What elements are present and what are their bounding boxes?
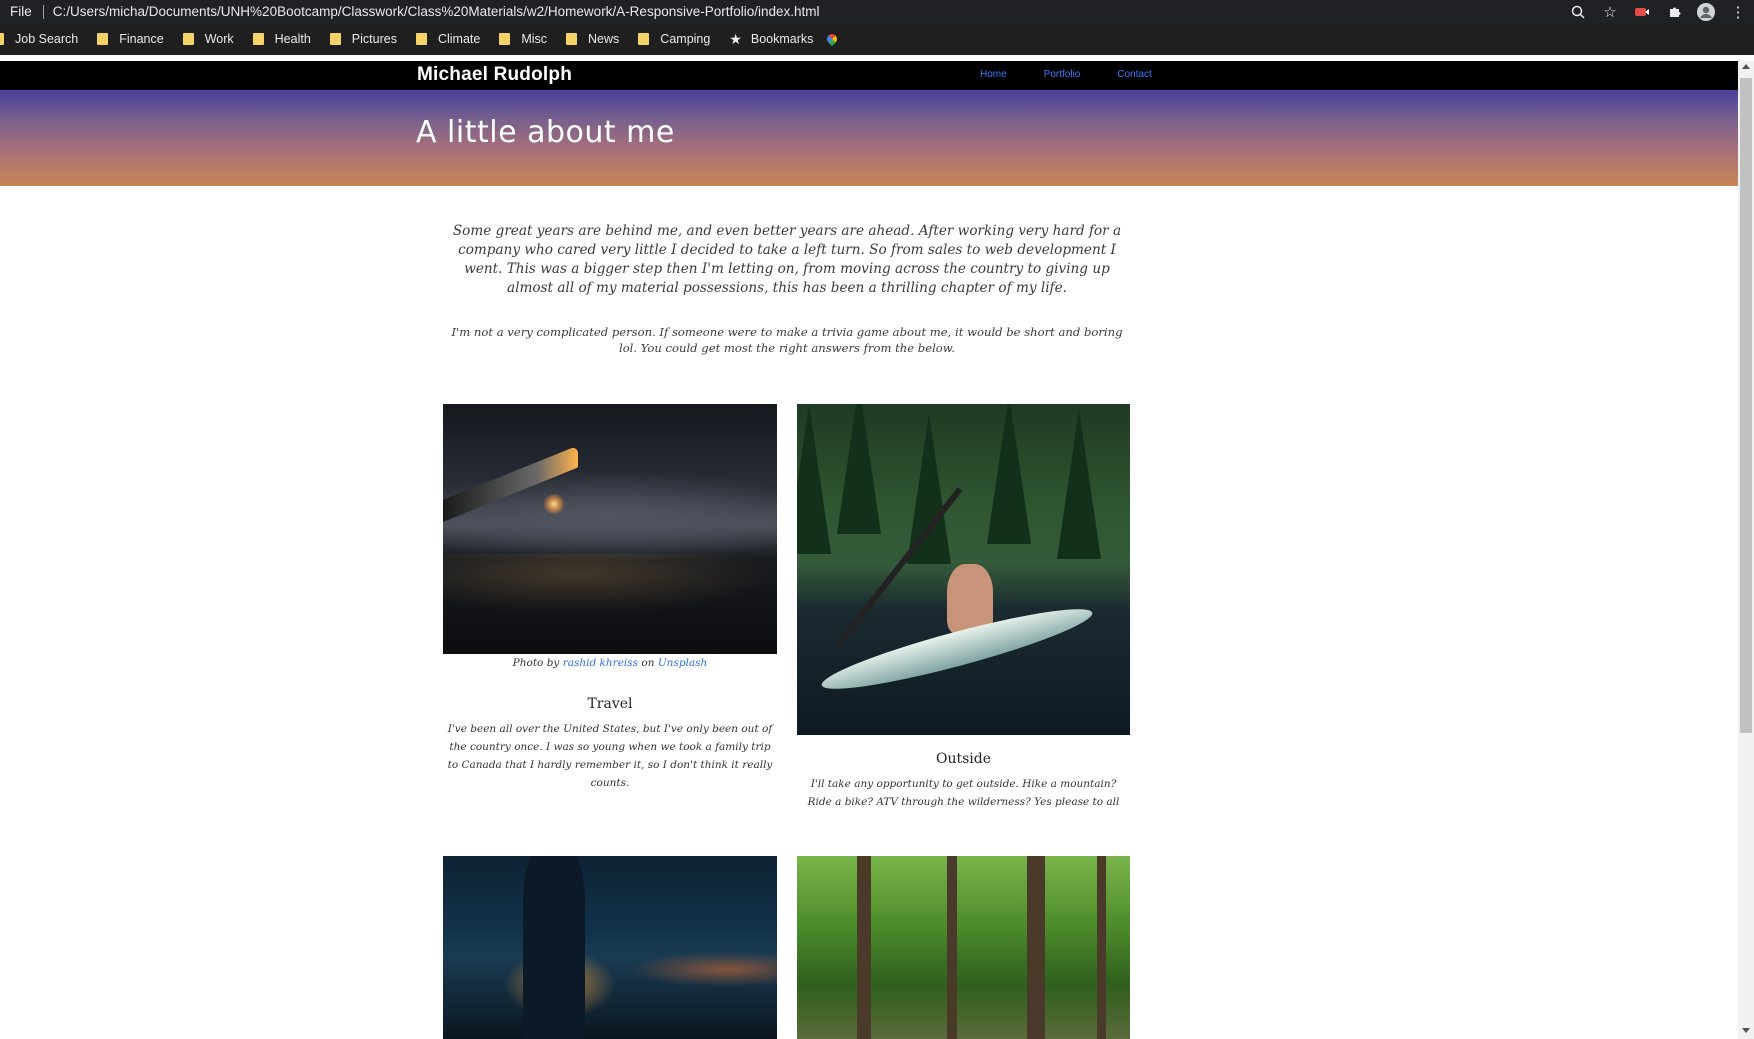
pine-tree: [797, 404, 831, 554]
zoom-icon[interactable]: [1562, 0, 1594, 23]
credit-middle: on: [641, 657, 655, 669]
intro-paragraph-secondary: I'm not a very complicated person. If so…: [451, 325, 1123, 355]
file-label: File: [10, 4, 32, 19]
travel-photo: [443, 404, 777, 654]
browser-address-bar: File C:/Users/micha/Documents/UNH%20Boot…: [0, 0, 1754, 23]
folder-icon: [182, 33, 194, 45]
pine-tree: [1057, 409, 1101, 559]
folder-icon: [0, 33, 4, 45]
bookmark-misc[interactable]: Misc: [499, 32, 547, 46]
url-field[interactable]: C:/Users/micha/Documents/UNH%20Bootcamp/…: [53, 4, 820, 19]
nav-link-home[interactable]: Home: [980, 69, 1007, 80]
site-brand[interactable]: Michael Rudolph: [417, 64, 572, 86]
wing-light: [543, 493, 565, 515]
tree-trunk: [1027, 856, 1045, 1039]
map-pin-icon: [825, 31, 840, 47]
intro-paragraph: Some great years are behind me, and even…: [452, 223, 1122, 296]
divider: [42, 4, 44, 19]
browser-toolbar-icons: ☆ ⋮: [1562, 0, 1754, 23]
folder-icon: [329, 33, 341, 45]
reading-under-tree-photo: [443, 856, 777, 1039]
pine-tree: [837, 404, 881, 534]
bookmark-pictures[interactable]: Pictures: [329, 32, 397, 46]
credit-prefix: Photo by: [512, 657, 560, 669]
hero-title: A little about me: [416, 115, 675, 150]
bookmark-health[interactable]: Health: [252, 32, 311, 46]
bookmark-job-search[interactable]: Job Search: [0, 32, 78, 46]
bookmark-label: Camping: [660, 32, 711, 46]
bookmark-climate[interactable]: Climate: [415, 32, 481, 46]
bookmarks-bar: Job Search Finance Work Health Pictures …: [0, 23, 1754, 55]
site-navbar: Michael Rudolph Home Portfolio Contact: [0, 61, 1738, 90]
bookmark-label: Work: [204, 32, 234, 46]
bookmark-label: News: [588, 32, 620, 46]
bookmark-label: Misc: [521, 32, 548, 46]
tree-trunk: [523, 856, 585, 1039]
bookmark-label: Health: [274, 32, 311, 46]
credit-source-link[interactable]: Unsplash: [658, 657, 708, 669]
bookmark-bookmarks[interactable]: ★ Bookmarks: [729, 31, 813, 48]
travel-title: Travel: [587, 696, 633, 712]
puzzle-icon[interactable]: [1658, 0, 1690, 23]
folder-icon: [97, 33, 109, 45]
pine-tree: [987, 404, 1031, 544]
bookmark-star-icon[interactable]: ☆: [1594, 0, 1626, 23]
travel-text: I've been all over the United States, bu…: [447, 723, 773, 789]
folder-icon: [499, 33, 511, 45]
bookmark-camping[interactable]: Camping: [638, 32, 710, 46]
nav-links: Home Portfolio Contact: [980, 69, 1189, 80]
folder-icon: [252, 33, 264, 45]
page-scrollbar[interactable]: [1738, 61, 1754, 1039]
scroll-down-arrow-icon[interactable]: [1742, 1028, 1750, 1033]
bookmark-finance[interactable]: Finance: [97, 32, 164, 46]
bookmark-news[interactable]: News: [566, 32, 619, 46]
nav-link-portfolio[interactable]: Portfolio: [1044, 69, 1081, 80]
kayak-photo: [797, 404, 1130, 735]
bookmark-label: Job Search: [15, 32, 79, 46]
tree-trunk: [947, 856, 957, 1039]
scrollbar-thumb[interactable]: [1740, 78, 1752, 733]
star-icon: ★: [729, 30, 742, 47]
forest-photo: [797, 856, 1130, 1039]
profile-avatar[interactable]: [1690, 0, 1722, 23]
outside-text: I'll take any opportunity to get outside…: [807, 778, 1120, 808]
tree-trunk: [1097, 856, 1106, 1039]
folder-icon: [415, 33, 427, 45]
bookmark-work[interactable]: Work: [182, 32, 234, 46]
photo-credit: Photo by rashid khreiss on Unsplash: [443, 657, 777, 669]
outside-title: Outside: [935, 751, 992, 767]
bookmark-label: Finance: [119, 32, 164, 46]
bookmark-maps[interactable]: [825, 31, 840, 47]
extension-icon[interactable]: [1626, 0, 1658, 23]
bookmark-label: Pictures: [351, 32, 397, 46]
bookmark-label: Climate: [437, 32, 481, 46]
hero-banner: A little about me: [0, 90, 1738, 186]
scroll-up-arrow-icon[interactable]: [1742, 64, 1750, 69]
nav-link-contact[interactable]: Contact: [1117, 69, 1151, 80]
city-lights: [443, 554, 777, 654]
folder-icon: [566, 33, 578, 45]
bookmark-label: Bookmarks: [750, 32, 814, 46]
menu-kebab-icon[interactable]: ⋮: [1722, 0, 1754, 23]
credit-author-link[interactable]: rashid khreiss: [563, 657, 638, 669]
folder-icon: [638, 33, 650, 45]
tree-trunk: [857, 856, 871, 1039]
